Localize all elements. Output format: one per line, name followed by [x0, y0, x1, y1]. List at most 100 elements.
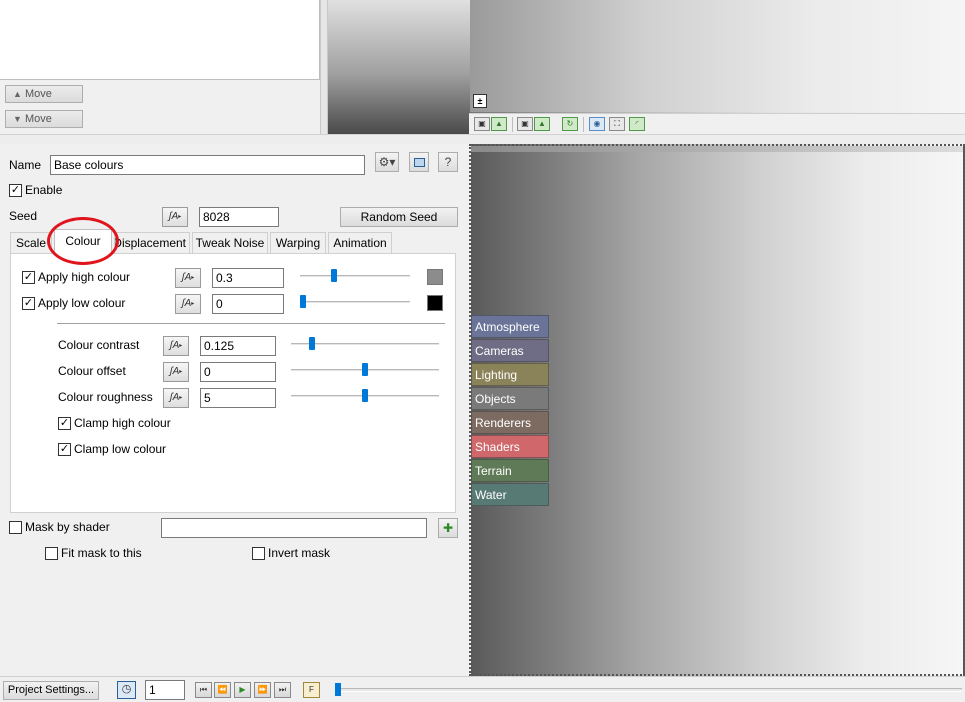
colour-contrast-field[interactable]: 0.125 [200, 336, 276, 356]
node-category-shaders[interactable]: Shaders [471, 435, 549, 458]
last-frame-button[interactable]: ⏭ [274, 682, 291, 698]
apply-low-colour-checkbox[interactable]: ✓ [22, 297, 35, 310]
high-colour-slider-track[interactable] [300, 275, 410, 278]
step-back-icon: ⏪ [217, 685, 228, 694]
vertical-splitter[interactable] [320, 0, 328, 134]
low-colour-function-button[interactable]: ʃA▸ [175, 294, 201, 314]
node-category-atmosphere[interactable]: Atmosphere [471, 315, 549, 338]
apply-high-colour-checkbox[interactable]: ✓ [22, 271, 35, 284]
help-button[interactable]: ? [438, 152, 458, 172]
plus-icon: ✚ [442, 521, 454, 535]
gear-menu-button[interactable]: ⚙▾ [375, 152, 399, 172]
node-category-cameras[interactable]: Cameras [471, 339, 549, 362]
horizontal-splitter[interactable] [0, 134, 965, 144]
tab-tweak-noise[interactable]: Tweak Noise [192, 232, 268, 253]
project-settings-button[interactable]: Project Settings... [3, 681, 99, 700]
render-image-icon[interactable]: ▲ [491, 117, 507, 131]
camera-render-icon[interactable]: ▣ [474, 117, 490, 131]
lock-icon: F [309, 685, 314, 694]
high-colour-function-button[interactable]: ʃA▸ [175, 268, 201, 288]
tab-scale[interactable]: Scale [10, 232, 52, 253]
mask-by-shader-label: Mask by shader [25, 520, 110, 534]
timeline-bar: Project Settings... ◷ 1 ⏮ ⏪ ▶ ⏩ ⏭ F [0, 676, 965, 702]
clamp-low-colour-label: Clamp low colour [74, 442, 167, 456]
high-colour-field[interactable]: 0.3 [212, 268, 284, 288]
node-category-renderers[interactable]: Renderers [471, 411, 549, 434]
timeline-slider-thumb[interactable] [335, 683, 341, 696]
refresh-icon[interactable]: ↻ [562, 117, 578, 131]
roughness-slider-thumb[interactable] [362, 389, 368, 402]
arrow-up-icon: ▲ [13, 89, 22, 99]
tab-animation[interactable]: Animation [328, 232, 392, 253]
low-colour-slider-thumb[interactable] [300, 295, 306, 308]
clamp-high-colour-checkbox[interactable]: ✓ [58, 417, 71, 430]
fullscreen-icon[interactable]: ⛶ [609, 117, 625, 131]
colour-contrast-label: Colour contrast [58, 338, 140, 352]
fit-mask-label: Fit mask to this [61, 546, 142, 560]
colour-offset-label: Colour offset [58, 364, 126, 378]
node-category-water[interactable]: Water [471, 483, 549, 506]
seed-field[interactable]: 8028 [199, 207, 279, 227]
roughness-function-button[interactable]: ʃA▸ [163, 388, 189, 408]
next-frame-button[interactable]: ⏩ [254, 682, 271, 698]
high-colour-slider-thumb[interactable] [331, 269, 338, 282]
node-category-objects[interactable]: Objects [471, 387, 549, 410]
node-category-terrain[interactable]: Terrain [471, 459, 549, 482]
enable-label: Enable [25, 183, 63, 197]
gear-icon: ⚙▾ [378, 155, 396, 169]
window-icon [413, 158, 425, 168]
play-icon: ▶ [239, 685, 246, 694]
colour-roughness-field[interactable]: 5 [200, 388, 276, 408]
previous-frame-button[interactable]: ⏪ [214, 682, 231, 698]
curve-icon[interactable]: ◜ [629, 117, 645, 131]
fit-mask-checkbox[interactable] [45, 547, 58, 560]
skip-end-icon: ⏭ [278, 685, 287, 694]
node-category-lighting[interactable]: Lighting [471, 363, 549, 386]
name-field[interactable]: Base colours [50, 155, 365, 175]
node-network-view[interactable] [469, 144, 965, 676]
invert-mask-checkbox[interactable] [252, 547, 265, 560]
camera-preview-icon[interactable]: ▣ [517, 117, 533, 131]
render-toolbar: ▣ ▲ ▣ ▲ ↻ ◉ ⛶ ◜ [469, 113, 965, 134]
first-frame-button[interactable]: ⏮ [195, 682, 212, 698]
seed-label: Seed [9, 209, 38, 223]
mask-shader-field[interactable] [161, 518, 427, 538]
tab-displacement[interactable]: Displacement [114, 232, 190, 253]
add-mask-shader-button[interactable]: ✚ [438, 518, 458, 538]
arrow-down-icon: ▼ [13, 114, 22, 124]
preview-image-icon[interactable]: ▲ [534, 117, 550, 131]
invert-mask-label: Invert mask [268, 546, 331, 560]
random-seed-button[interactable]: Random Seed [340, 207, 458, 227]
low-colour-field[interactable]: 0 [212, 294, 284, 314]
clamp-low-colour-checkbox[interactable]: ✓ [58, 443, 71, 456]
low-colour-swatch[interactable] [427, 295, 443, 311]
high-colour-swatch[interactable] [427, 269, 443, 285]
timeline-slider-track[interactable] [336, 688, 962, 692]
play-button[interactable]: ▶ [234, 682, 251, 698]
enable-checkbox[interactable]: ✓ [9, 184, 22, 197]
offset-slider-thumb[interactable] [362, 363, 368, 376]
seed-function-button[interactable]: ʃA▸ [162, 207, 188, 227]
node-properties-panel: Name Base colours ⚙▾ ? ✓ Enable Seed ʃA▸… [0, 144, 466, 676]
exposure-icon[interactable]: ± [473, 94, 487, 108]
lock-frame-button[interactable]: F [303, 682, 320, 698]
move-down-button[interactable]: ▼ Move [5, 110, 83, 128]
contrast-function-button[interactable]: ʃA▸ [163, 336, 189, 356]
object-list-panel[interactable] [0, 0, 320, 80]
move-up-button[interactable]: ▲ Move [5, 85, 83, 103]
view-node-button[interactable] [409, 152, 429, 172]
contrast-slider-thumb[interactable] [308, 337, 315, 350]
frame-field[interactable]: 1 [145, 680, 185, 700]
colour-roughness-label: Colour roughness [58, 390, 153, 404]
apply-low-colour-label: Apply low colour [38, 296, 126, 310]
tab-colour[interactable]: Colour [54, 229, 112, 254]
section-divider [57, 323, 445, 324]
mask-by-shader-checkbox[interactable] [9, 521, 22, 534]
eye-icon[interactable]: ◉ [589, 117, 605, 131]
low-colour-slider-track[interactable] [300, 301, 410, 304]
clock-button[interactable]: ◷ [117, 681, 136, 699]
offset-function-button[interactable]: ʃA▸ [163, 362, 189, 382]
tab-warping[interactable]: Warping [270, 232, 326, 253]
name-label: Name [9, 158, 42, 172]
colour-offset-field[interactable]: 0 [200, 362, 276, 382]
